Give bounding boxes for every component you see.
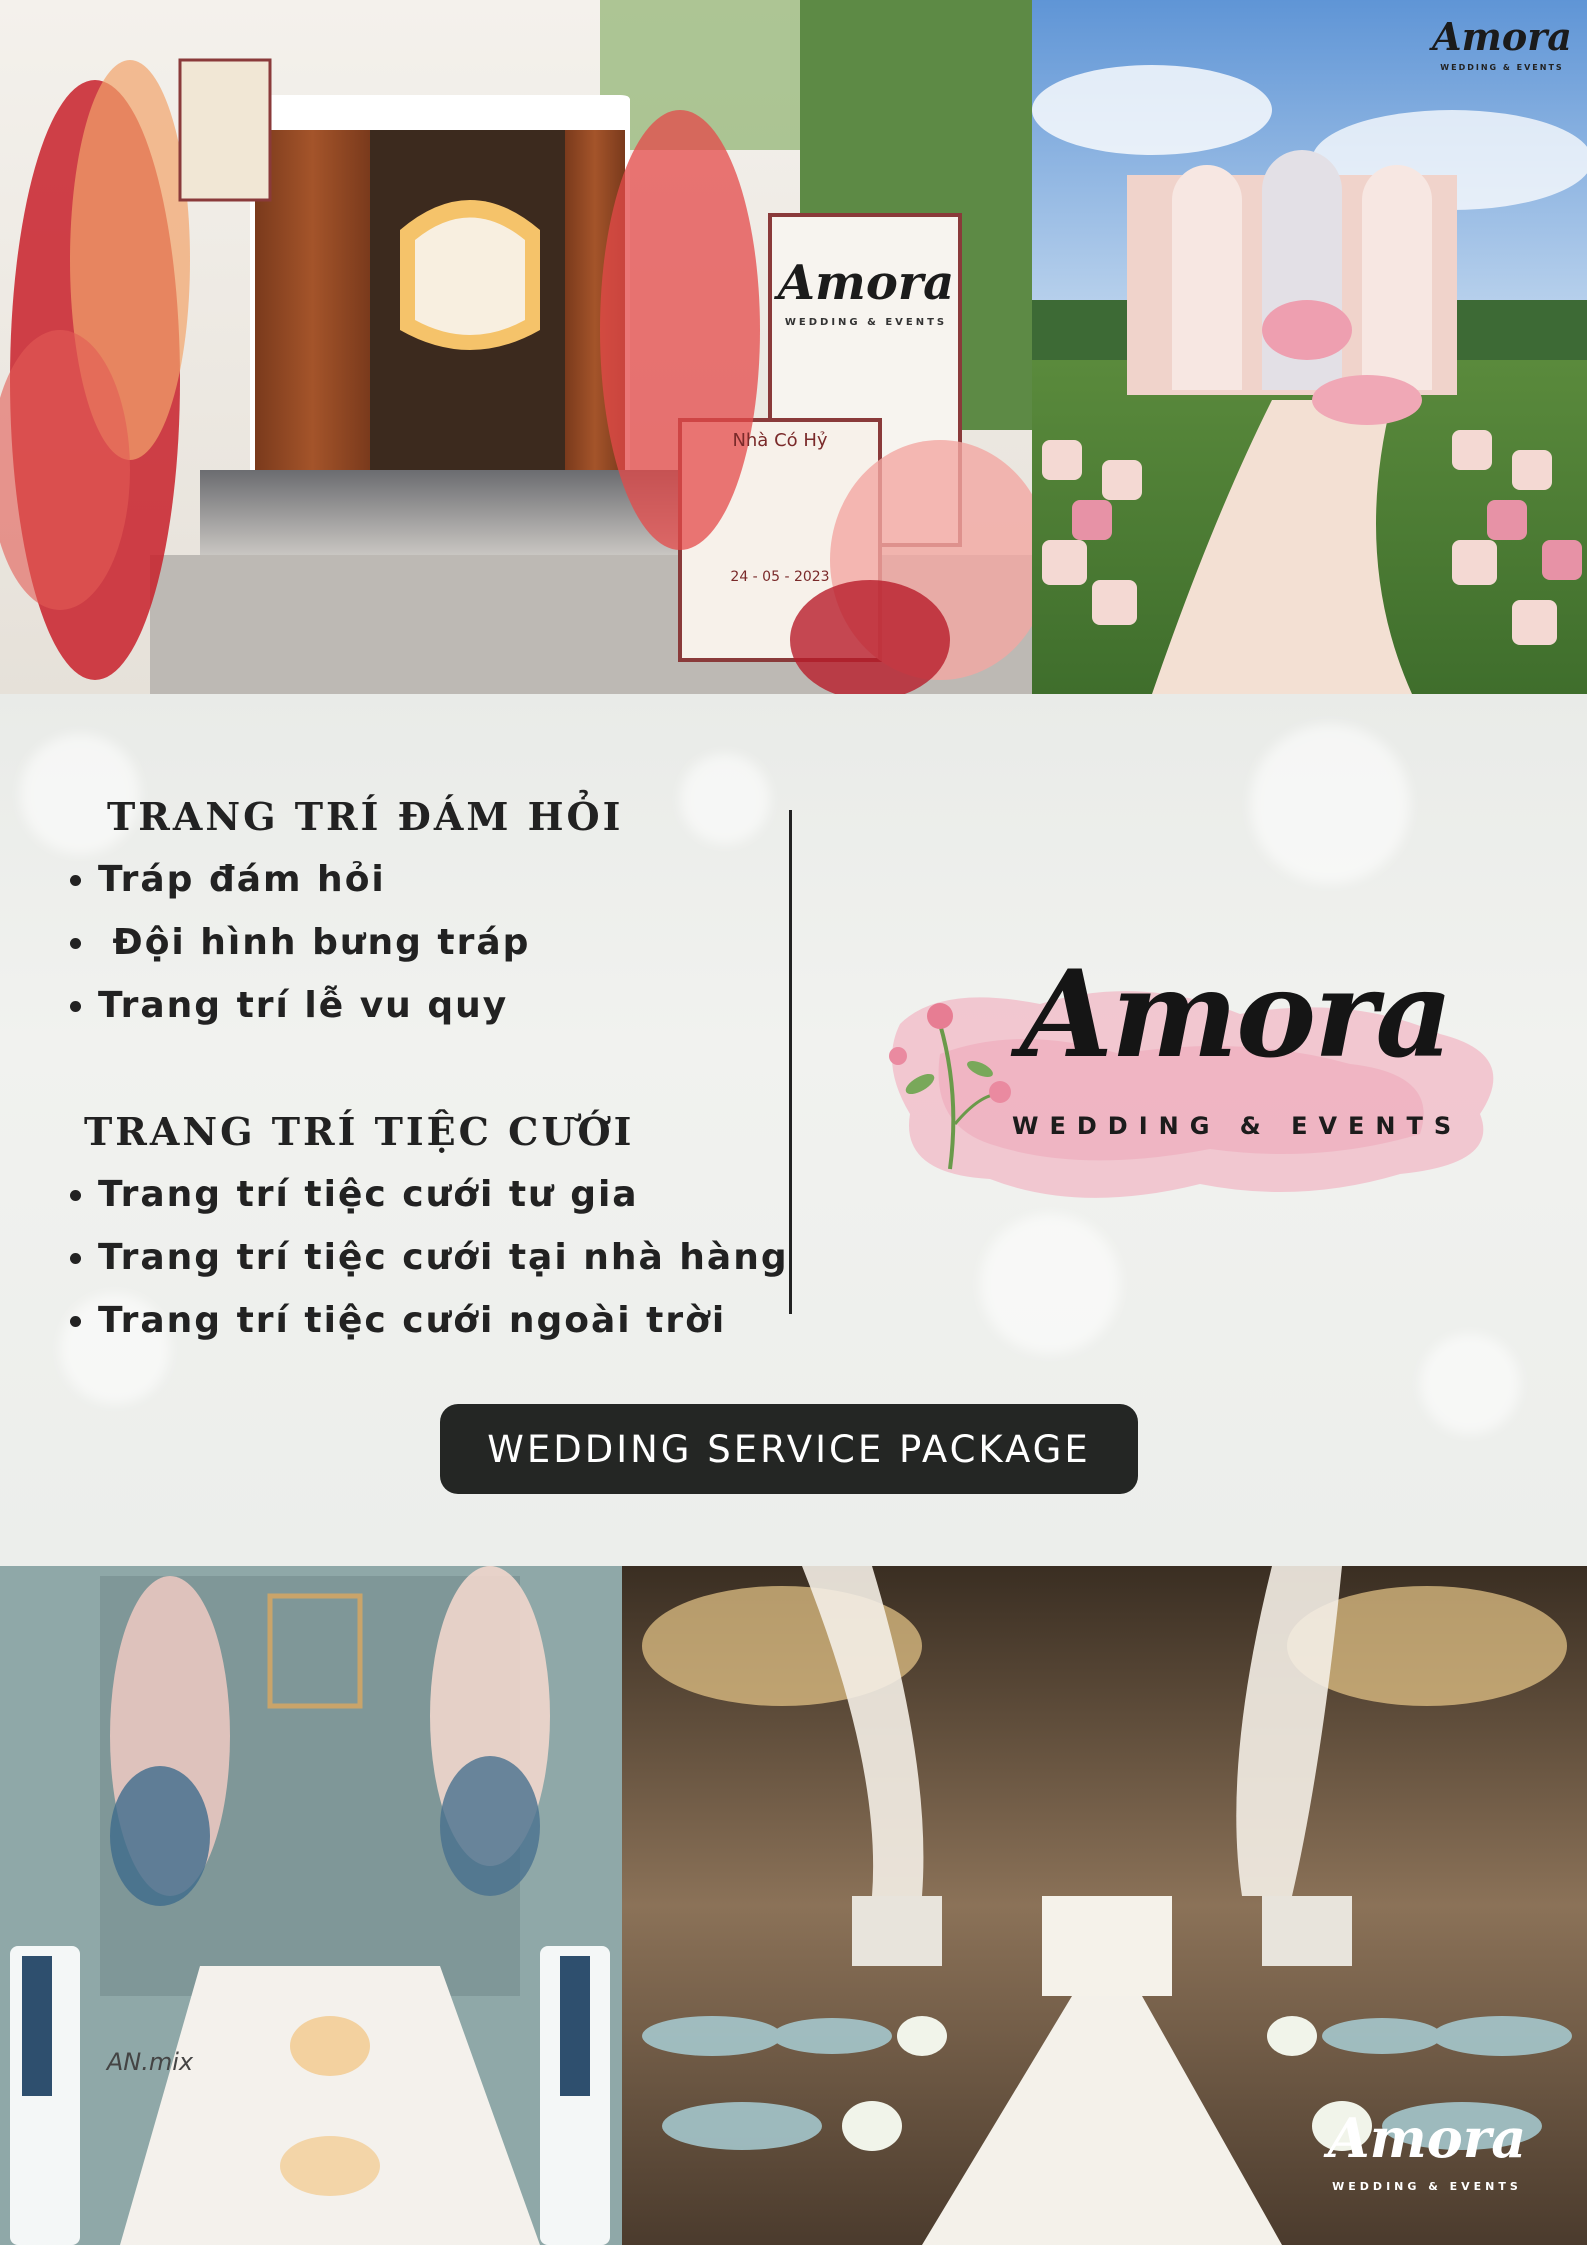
ballroom-brand: Amora: [1327, 2106, 1527, 2170]
amora-logo: Amora WEDDING & EVENTS: [880, 944, 1520, 1204]
logo-wordmark: Amora: [1020, 944, 1453, 1085]
ceremony-tagline: WEDDING & EVENTS: [1440, 63, 1564, 72]
heading-wedding-party-decor: TRANG TRÍ TIỆC CƯỚI: [84, 1109, 635, 1154]
ballroom-tagline: WEDDING & EVENTS: [1332, 2180, 1522, 2193]
welcome-sign-text: Nhà Có Hỷ: [732, 430, 828, 451]
table-watermark: AN.mix: [106, 2048, 194, 2076]
list-item: Tráp đám hỏi: [66, 848, 530, 911]
photo-outdoor-ceremony: Amora WEDDING & EVENTS: [1032, 0, 1587, 694]
services-panel: TRANG TRÍ ĐÁM HỎI Tráp đám hỏi Đội hình …: [0, 694, 1587, 1566]
signboard-brand: Amora: [777, 255, 955, 311]
signboard-tagline: WEDDING & EVENTS: [784, 317, 948, 328]
wedding-services-list: Trang trí tiệc cưới tư gia Trang trí tiệ…: [66, 1163, 789, 1352]
list-item: Đội hình bưng tráp: [66, 911, 530, 974]
heading-engagement-decor: TRANG TRÍ ĐÁM HỎI: [107, 794, 624, 839]
vertical-divider: [789, 810, 792, 1314]
photo-table-setup: AN.mix: [0, 1566, 622, 2245]
welcome-sign-date: 24 - 05 - 2023: [730, 569, 830, 585]
logo-tagline: WEDDING & EVENTS: [1012, 1112, 1463, 1140]
wedding-service-package-button[interactable]: WEDDING SERVICE PACKAGE: [440, 1404, 1138, 1494]
package-button-label: WEDDING SERVICE PACKAGE: [487, 1427, 1091, 1471]
engagement-services-list: Tráp đám hỏi Đội hình bưng tráp Trang tr…: [66, 848, 530, 1037]
photo-ballroom: Amora WEDDING & EVENTS: [622, 1566, 1587, 2245]
photo-engagement-gate: Amora WEDDING & EVENTS Nhà Có Hỷ 24 - 05…: [0, 0, 1032, 694]
list-item: Trang trí tiệc cưới ngoài trời: [66, 1289, 789, 1352]
list-item: Trang trí tiệc cưới tại nhà hàng: [66, 1226, 789, 1289]
list-item: Trang trí tiệc cưới tư gia: [66, 1163, 789, 1226]
ceremony-brand: Amora: [1432, 14, 1572, 59]
list-item: Trang trí lễ vu quy: [66, 974, 530, 1037]
